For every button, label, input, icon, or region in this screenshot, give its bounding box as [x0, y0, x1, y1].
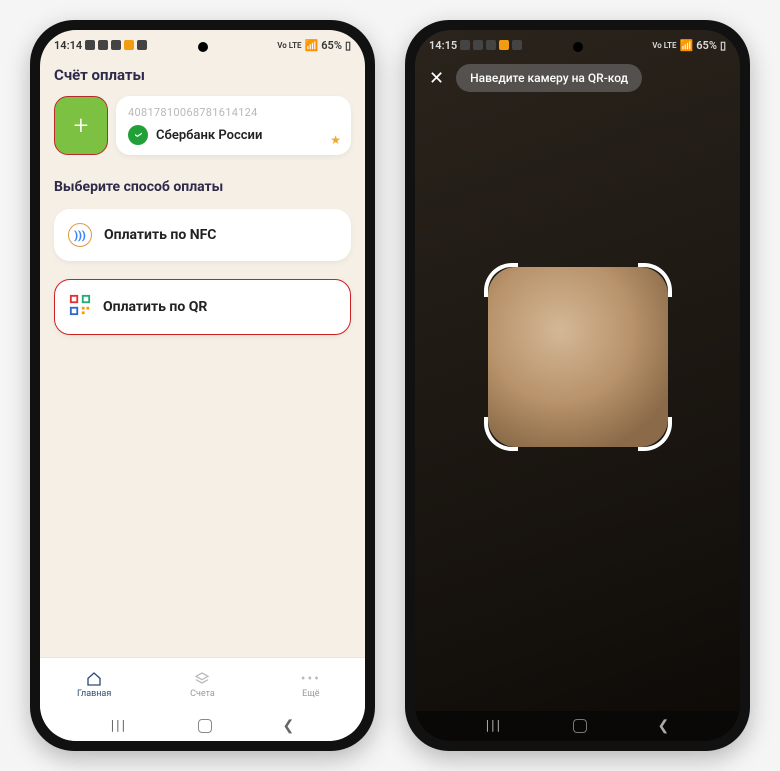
- status-app-icon: [486, 40, 496, 50]
- tab-bar: Главная Счета ••• Ещё: [40, 657, 365, 711]
- nav-recents[interactable]: |||: [111, 718, 127, 734]
- status-app-icon: [473, 40, 483, 50]
- status-app-icon: [460, 40, 470, 50]
- layers-icon: [194, 671, 210, 687]
- tab-home-label: Главная: [77, 689, 111, 699]
- bank-name: Сбербанк России: [156, 128, 262, 143]
- sberbank-icon: [128, 125, 148, 145]
- frame-corner-icon: [638, 263, 672, 297]
- status-app-icon: [512, 40, 522, 50]
- nav-back[interactable]: ❮: [283, 718, 295, 734]
- signal-icon: 📶: [680, 39, 694, 52]
- status-app-icon: [111, 40, 121, 50]
- frame-corner-icon: [484, 263, 518, 297]
- tab-more[interactable]: ••• Ещё: [257, 658, 365, 711]
- tab-accounts[interactable]: Счета: [148, 658, 256, 711]
- status-bar: 14:15 Vo LTE 📶 65% ▯: [415, 30, 740, 60]
- frame-corner-icon: [638, 417, 672, 451]
- qr-icon: [69, 294, 91, 320]
- status-battery: 65%: [321, 39, 342, 52]
- tab-more-label: Ещё: [302, 689, 319, 699]
- account-card[interactable]: 40817810068781614124 Сбербанк России ★: [116, 96, 351, 155]
- pay-nfc-label: Оплатить по NFC: [104, 227, 216, 243]
- status-app-icon: [98, 40, 108, 50]
- status-battery: 65%: [696, 39, 717, 52]
- tab-home[interactable]: Главная: [40, 658, 148, 711]
- favorite-star-icon: ★: [330, 133, 341, 147]
- frame-corner-icon: [484, 417, 518, 451]
- plus-icon: +: [74, 113, 89, 139]
- nav-home[interactable]: [198, 719, 212, 733]
- scanner-hint-pill: Наведите камеру на QR-код: [456, 64, 642, 92]
- phone-right: 14:15 Vo LTE 📶 65% ▯ ✕ Наведите камеру н…: [405, 20, 750, 751]
- page-title: Счёт оплаты: [54, 66, 351, 84]
- nav-home[interactable]: [573, 719, 587, 733]
- status-bar: 14:14 Vo LTE 📶 65% ▯: [40, 30, 365, 60]
- add-account-button[interactable]: +: [54, 96, 108, 155]
- tab-accounts-label: Счета: [190, 689, 215, 699]
- battery-icon: ▯: [345, 39, 351, 52]
- status-time: 14:15: [429, 39, 457, 52]
- nav-recents[interactable]: |||: [486, 718, 502, 734]
- pay-qr-option[interactable]: Оплатить по QR: [54, 279, 351, 335]
- pay-nfc-option[interactable]: ))) Оплатить по NFC: [54, 209, 351, 261]
- camera-viewfinder[interactable]: [415, 102, 740, 711]
- status-app-icon: [124, 40, 134, 50]
- more-icon: •••: [301, 671, 321, 687]
- nav-back[interactable]: ❮: [658, 718, 670, 734]
- status-app-icon: [85, 40, 95, 50]
- status-app-icon: [499, 40, 509, 50]
- account-row: + 40817810068781614124 Сбербанк России ★: [54, 96, 351, 155]
- status-app-icon: [137, 40, 147, 50]
- account-number: 40817810068781614124: [128, 106, 339, 119]
- phone-left: 14:14 Vo LTE 📶 65% ▯ Счёт оплаты +: [30, 20, 375, 751]
- close-button[interactable]: ✕: [429, 68, 444, 89]
- status-network: Vo LTE: [277, 41, 301, 50]
- status-time: 14:14: [54, 39, 82, 52]
- qr-scan-frame: [488, 267, 668, 447]
- android-nav: ||| ❮: [415, 711, 740, 741]
- pay-qr-label: Оплатить по QR: [103, 299, 207, 315]
- status-network: Vo LTE: [652, 41, 676, 50]
- battery-icon: ▯: [720, 39, 726, 52]
- screen-qr-scanner: 14:15 Vo LTE 📶 65% ▯ ✕ Наведите камеру н…: [415, 30, 740, 741]
- section-title: Выберите способ оплаты: [54, 179, 351, 195]
- screen-payment: 14:14 Vo LTE 📶 65% ▯ Счёт оплаты +: [40, 30, 365, 741]
- home-icon: [86, 671, 102, 687]
- signal-icon: 📶: [305, 39, 319, 52]
- scanner-topbar: ✕ Наведите камеру на QR-код: [415, 60, 740, 102]
- android-nav: ||| ❮: [40, 711, 365, 741]
- nfc-icon: ))): [68, 223, 92, 247]
